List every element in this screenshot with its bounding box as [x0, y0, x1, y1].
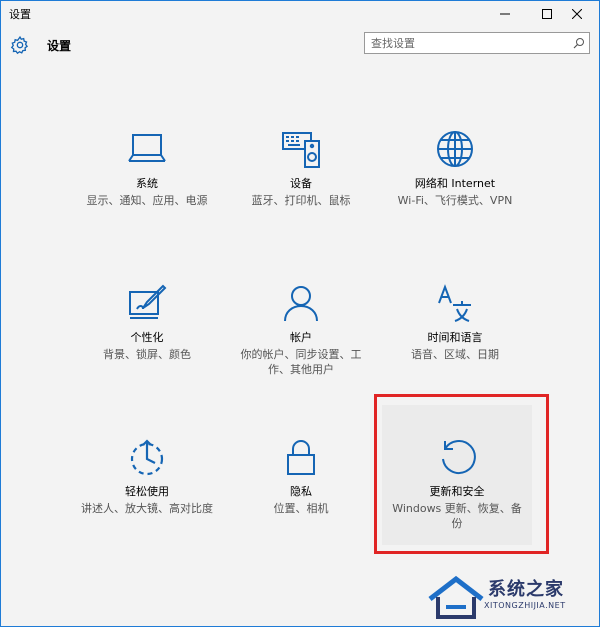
tile-network-desc: Wi-Fi、飞行模式、VPN [397, 194, 513, 207]
tile-network[interactable]: 网络和 Internet Wi-Fi、飞行模式、VPN [380, 129, 530, 208]
watermark-logo: 系统之家 XITONGZHIJIA.NET [426, 571, 598, 623]
tile-devices-name: 设备 [290, 177, 312, 190]
tile-network-name: 网络和 Internet [414, 177, 496, 190]
window-title: 设置 [9, 8, 31, 21]
globe-icon [437, 131, 473, 167]
tile-time-language[interactable]: 时间和语言 语音、区域、日期 [380, 283, 530, 362]
settings-header: 设置 [1, 27, 599, 67]
title-bar[interactable]: 设置 [1, 1, 599, 27]
search-input[interactable] [371, 35, 561, 51]
tile-accounts[interactable]: 帐户 你的帐户、同步设置、工作、其他用户 [226, 283, 376, 377]
personalization-icon [129, 284, 167, 319]
time-language-icon [438, 284, 471, 322]
close-button[interactable] [557, 1, 597, 27]
maximize-icon [542, 9, 552, 19]
lock-icon [287, 440, 315, 475]
devices-icon [282, 132, 320, 168]
search-icon[interactable] [573, 37, 585, 49]
tile-update-security-name: 更新和安全 [429, 485, 485, 498]
tile-system[interactable]: 系统 显示、通知、应用、电源 [72, 129, 222, 208]
laptop-icon [128, 134, 166, 162]
tile-ease-of-access-desc: 讲述人、放大镜、高对比度 [81, 502, 213, 515]
ease-of-access-icon [130, 439, 164, 476]
house-logo-icon [428, 575, 484, 619]
tile-update-security[interactable]: 更新和安全 Windows 更新、恢复、备份 [382, 437, 532, 531]
tile-update-security-desc: Windows 更新、恢复、备份 [392, 502, 522, 530]
tile-privacy-desc: 位置、相机 [273, 502, 329, 515]
tile-ease-of-access-name: 轻松使用 [125, 485, 169, 498]
minimize-button[interactable] [485, 1, 525, 27]
watermark-text: 系统之家 [488, 579, 564, 600]
refresh-icon [442, 439, 476, 474]
tile-system-desc: 显示、通知、应用、电源 [86, 194, 208, 207]
search-box[interactable] [364, 32, 590, 54]
tile-system-name: 系统 [136, 177, 158, 190]
minimize-icon [500, 13, 510, 15]
gear-icon [10, 35, 29, 55]
settings-window: 设置 设置 查找设置 系统 显示、通知、应用、电源 设备 蓝牙、打印机、鼠标 网… [0, 0, 600, 627]
tile-ease-of-access[interactable]: 轻松使用 讲述人、放大镜、高对比度 [72, 437, 222, 516]
tile-devices-desc: 蓝牙、打印机、鼠标 [251, 194, 351, 207]
tile-time-language-desc: 语音、区域、日期 [411, 348, 499, 361]
tile-privacy[interactable]: 隐私 位置、相机 [226, 437, 376, 516]
tile-personalization[interactable]: 个性化 背景、锁屏、颜色 [72, 283, 222, 362]
tile-time-language-name: 时间和语言 [427, 331, 483, 344]
tile-devices[interactable]: 设备 蓝牙、打印机、鼠标 [226, 129, 376, 208]
tile-accounts-desc: 你的帐户、同步设置、工作、其他用户 [240, 348, 362, 376]
tile-accounts-name: 帐户 [290, 331, 312, 344]
page-title: 设置 [47, 39, 72, 53]
tile-personalization-name: 个性化 [130, 331, 164, 344]
person-icon [284, 286, 318, 322]
tile-privacy-name: 隐私 [290, 485, 312, 498]
tile-personalization-desc: 背景、锁屏、颜色 [103, 348, 191, 361]
watermark-subtext: XITONGZHIJIA.NET [484, 601, 566, 610]
close-icon [572, 9, 582, 19]
